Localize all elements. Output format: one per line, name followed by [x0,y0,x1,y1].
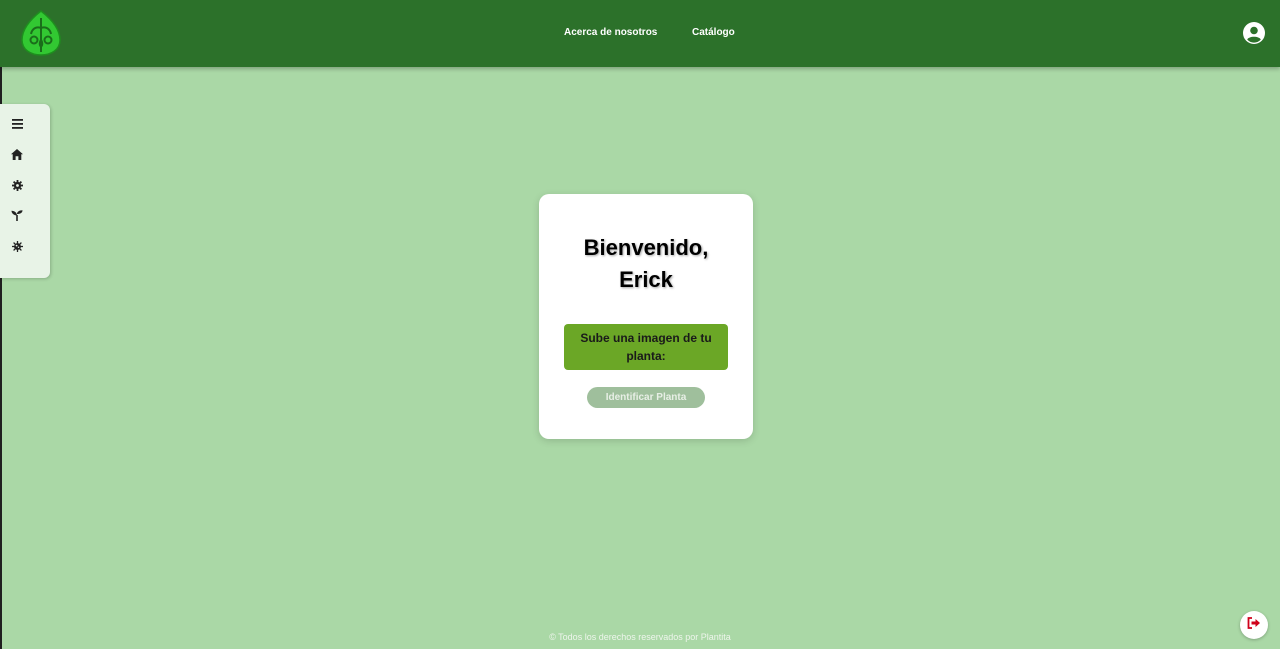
footer-copyright: © Todos los derechos reservados por Plan… [549,632,731,642]
window-left-edge [0,0,2,649]
home-icon[interactable] [8,145,26,163]
welcome-heading: Bienvenido, Erick [539,232,753,296]
identify-plant-button[interactable]: Identificar Planta [587,387,705,408]
virus-icon[interactable] [8,237,26,255]
user-circle-icon[interactable] [1243,22,1265,44]
seedling-icon[interactable] [8,206,26,224]
menu-icon[interactable] [8,115,26,133]
upload-image-button[interactable]: Sube una imagen de tu planta: [564,324,728,370]
sidebar [0,104,50,278]
logout-icon [1247,616,1261,634]
welcome-card: Bienvenido, Erick Sube una imagen de tu … [539,194,753,439]
top-header: Acerca de nosotros Catálogo [0,0,1280,67]
nav-catalog-link[interactable]: Catálogo [692,27,735,38]
gear-icon[interactable] [8,176,26,194]
main-nav: Acerca de nosotros Catálogo [0,0,1280,67]
welcome-username: Erick [619,267,673,292]
nav-about-link[interactable]: Acerca de nosotros [564,27,657,38]
logout-button[interactable] [1240,611,1268,639]
welcome-greeting: Bienvenido, [583,235,709,260]
